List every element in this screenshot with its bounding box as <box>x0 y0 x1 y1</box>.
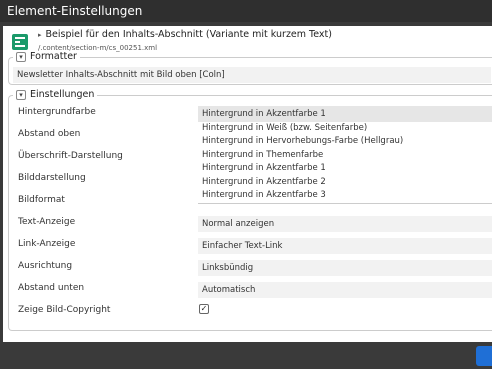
resource-header: ▸ Beispiel für den Inhalts-Abschnitt (Var… <box>8 29 488 57</box>
dropdown-option[interactable]: Hintergrund in Akzentfarbe 1 <box>198 162 492 175</box>
dialog-title[interactable]: Element-Einstellungen <box>0 0 492 22</box>
label-ueberschrift-darstellung: Überschrift-Darstellung <box>18 151 123 161</box>
formatter-section: ▾ Formatter Newsletter Inhalts-Abschnitt… <box>8 51 492 85</box>
collapse-toggle-icon[interactable]: ▾ <box>16 89 26 100</box>
select-text-anzeige[interactable]: Normal anzeigen <box>198 216 492 232</box>
ok-button[interactable] <box>476 346 492 366</box>
dropdown-option[interactable]: Hintergrund in Hervorhebungs-Farbe (Hell… <box>198 135 492 148</box>
settings-legend[interactable]: ▾ Einstellungen <box>13 89 98 100</box>
settings-legend-label: Einstellungen <box>30 89 95 100</box>
label-abstand-oben: Abstand oben <box>18 129 81 139</box>
label-bilddarstellung: Bilddarstellung <box>18 173 86 183</box>
formatter-select[interactable]: Newsletter Inhalts-Abschnitt mit Bild ob… <box>13 67 491 83</box>
dropdown-option[interactable]: Hintergrund in Akzentfarbe 3 <box>198 189 492 202</box>
formatter-legend-label: Formatter <box>30 51 77 62</box>
select-ausrichtung[interactable]: Linksbündig <box>198 260 492 276</box>
resource-title-row[interactable]: ▸ Beispiel für den Inhalts-Abschnitt (Var… <box>38 29 332 40</box>
dropdown-hintergrundfarbe: Hintergrund in Weiß (bzw. Seitenfarbe) H… <box>198 122 492 204</box>
dropdown-option[interactable]: Hintergrund in Akzentfarbe 2 <box>198 176 492 189</box>
label-link-anzeige: Link-Anzeige <box>18 239 76 249</box>
dropdown-option[interactable]: Hintergrund in Themenfarbe <box>198 149 492 162</box>
label-text-anzeige: Text-Anzeige <box>18 217 76 227</box>
dropdown-option[interactable]: Hintergrund in Weiß (bzw. Seitenfarbe) <box>198 122 492 135</box>
select-abstand-unten[interactable]: Automatisch <box>198 282 492 298</box>
label-zeige-bild-copyright: Zeige Bild-Copyright <box>18 305 111 315</box>
label-ausrichtung: Ausrichtung <box>18 261 73 271</box>
resource-title: Beispiel für den Inhalts-Abschnitt (Vari… <box>45 29 332 40</box>
label-bildformat: Bildformat <box>18 195 65 205</box>
dialog-body: ▸ Beispiel für den Inhalts-Abschnitt (Var… <box>3 26 492 342</box>
label-abstand-unten: Abstand unten <box>18 283 85 293</box>
element-settings-dialog: Element-Einstellungen ▸ Beispiel für den … <box>0 0 492 369</box>
formatter-legend[interactable]: ▾ Formatter <box>13 51 80 62</box>
select-hintergrundfarbe[interactable]: Hintergrund in Akzentfarbe 1 <box>198 106 492 122</box>
resource-type-icon <box>12 34 28 50</box>
checkmark-icon: ✓ <box>200 304 208 313</box>
select-link-anzeige[interactable]: Einfacher Text-Link <box>198 238 492 254</box>
collapse-toggle-icon[interactable]: ▾ <box>16 51 26 62</box>
settings-section: ▾ Einstellungen Hintergrundfarbe Hinterg… <box>8 89 492 331</box>
checkbox-zeige-bild-copyright[interactable]: ✓ <box>199 304 209 314</box>
label-hintergrundfarbe: Hintergrundfarbe <box>18 107 96 117</box>
expand-triangle-icon[interactable]: ▸ <box>38 31 42 39</box>
